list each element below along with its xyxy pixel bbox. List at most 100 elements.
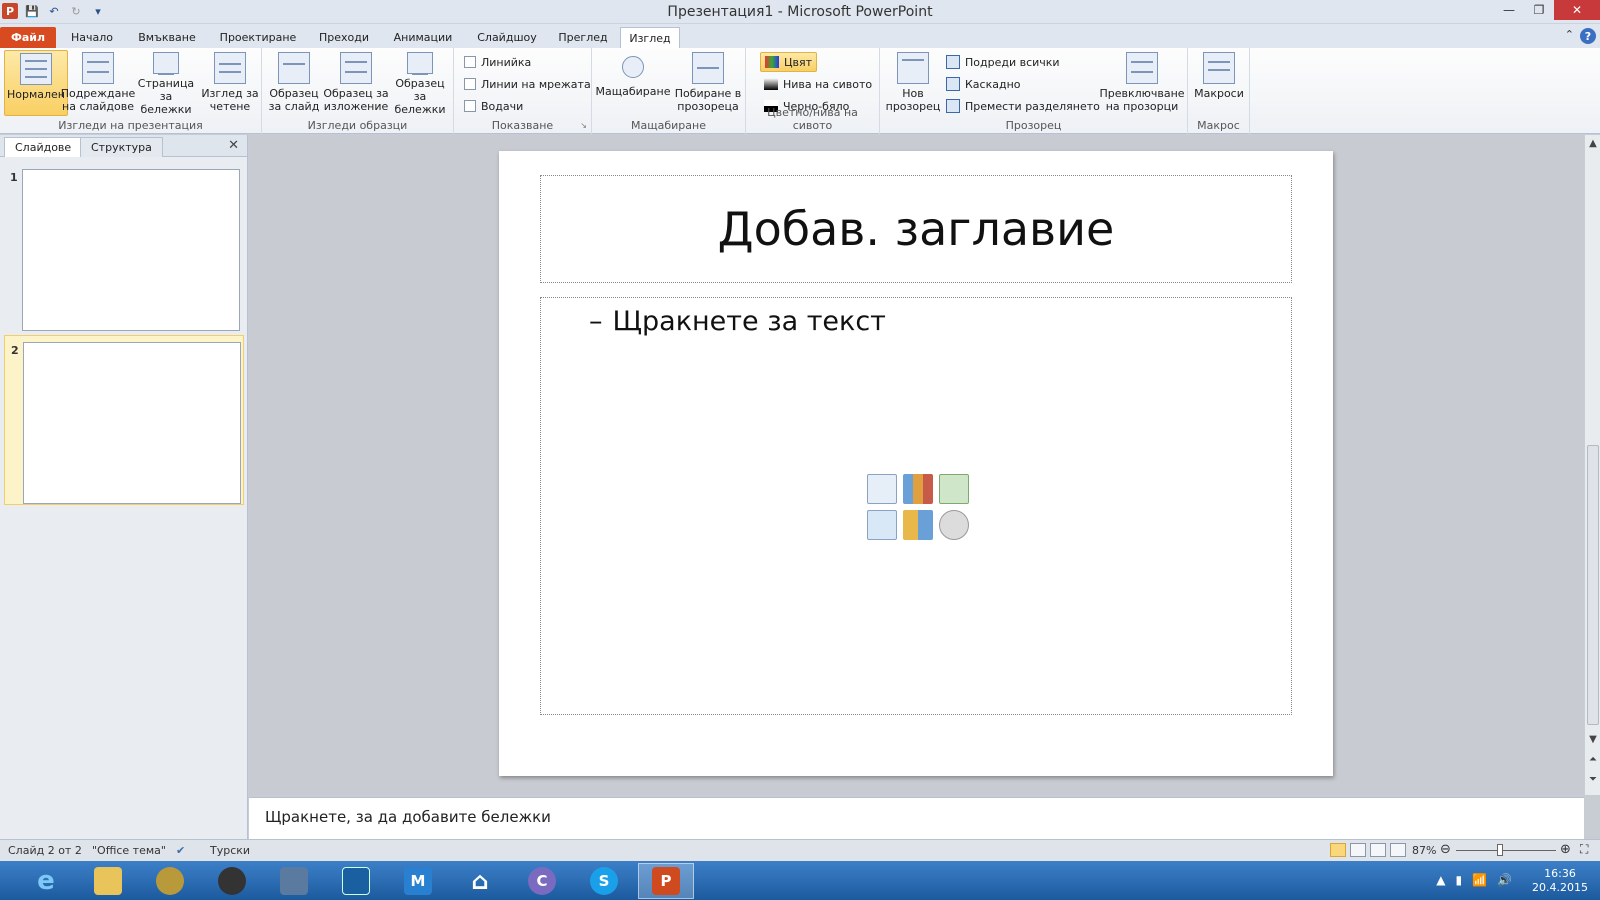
tab-outline[interactable]: Структура	[80, 137, 163, 157]
window-title: Презентация1 - Microsoft PowerPoint	[667, 4, 933, 20]
file-explorer-icon[interactable]	[80, 863, 136, 899]
tab-transitions[interactable]: Преходи	[312, 27, 376, 48]
grayscale-swatch-icon	[764, 78, 778, 90]
insert-picture-icon[interactable]	[867, 510, 897, 540]
normal-view-button[interactable]: Нормален	[4, 50, 68, 116]
notes-page-button[interactable]: Страница за бележки	[134, 50, 198, 116]
slide-master-button[interactable]: Образец за слайд	[264, 50, 324, 116]
insert-clipart-icon[interactable]	[903, 510, 933, 540]
zoom-out-icon[interactable]: ⊖	[1440, 842, 1451, 857]
help-icon[interactable]: ?	[1580, 28, 1596, 44]
insert-smartart-icon[interactable]	[939, 474, 969, 504]
reading-view-status-icon[interactable]	[1370, 843, 1386, 857]
zoom-level[interactable]: 87%	[1412, 844, 1436, 857]
slide-sorter-icon	[82, 52, 114, 84]
tab-insert[interactable]: Вмъкване	[130, 27, 204, 48]
reading-view-button[interactable]: Изглед за четене	[198, 50, 262, 116]
zoom-slider-track[interactable]	[1456, 850, 1556, 851]
clock[interactable]: 16:36 20.4.2015	[1528, 867, 1592, 895]
browser-icon[interactable]: C	[514, 863, 570, 899]
close-panel-icon[interactable]: ✕	[228, 138, 239, 153]
zoom-in-icon[interactable]: ⊕	[1560, 842, 1571, 857]
gridlines-checkbox[interactable]: Линии на мрежата	[464, 74, 591, 94]
skype-icon[interactable]: S	[576, 863, 632, 899]
tab-design[interactable]: Проектиране	[212, 27, 304, 48]
zoom-slider-knob[interactable]	[1496, 844, 1503, 856]
ruler-checkbox[interactable]: Линийка	[464, 52, 531, 72]
insert-media-icon[interactable]	[939, 510, 969, 540]
slide-thumbnail[interactable]	[22, 169, 240, 331]
normal-view-status-icon[interactable]	[1330, 843, 1346, 857]
switch-windows-button[interactable]: Превключване на прозорци	[1098, 50, 1186, 116]
guides-checkbox[interactable]: Водачи	[464, 96, 523, 116]
minimize-button[interactable]: —	[1494, 0, 1524, 20]
speaker-app-icon[interactable]	[204, 863, 260, 899]
slide-sorter-button[interactable]: Подреждане на слайдове	[61, 50, 135, 116]
arrange-all-button[interactable]: Подреди всички	[946, 52, 1060, 72]
content-placeholder[interactable]: – Щракнете за текст	[540, 297, 1292, 715]
dialog-launcher-icon[interactable]: ↘	[580, 121, 587, 130]
network-icon[interactable]: 📶	[1472, 873, 1487, 887]
tab-file[interactable]: Файл	[0, 27, 56, 48]
volume-icon[interactable]: 🔊	[1497, 873, 1512, 887]
scroll-thumb[interactable]	[1587, 445, 1599, 725]
group-label-zoom: Мащабиране	[631, 119, 706, 132]
previous-slide-icon[interactable]: ⏶	[1585, 751, 1600, 767]
media-app-icon[interactable]	[142, 863, 198, 899]
internet-explorer-icon[interactable]: e	[18, 863, 74, 899]
body-placeholder-text: Щракнете за текст	[612, 306, 886, 337]
notes-placeholder: Щракнете, за да добавите бележки	[265, 808, 551, 826]
insert-chart-icon[interactable]	[903, 474, 933, 504]
insert-table-icon[interactable]	[867, 474, 897, 504]
group-label-color: Цветно/нива на сивото	[767, 106, 858, 132]
next-slide-icon[interactable]: ⏷	[1585, 771, 1600, 787]
color-button[interactable]: Цвят	[760, 52, 818, 72]
tab-review[interactable]: Преглед	[552, 27, 614, 48]
language-indicator[interactable]: Турски	[210, 844, 250, 857]
zoom-button[interactable]: Мащабиране	[596, 50, 670, 116]
restore-button[interactable]: ❐	[1524, 0, 1554, 20]
close-button[interactable]: ✕	[1554, 0, 1600, 20]
home-icon[interactable]: ⌂	[452, 863, 508, 899]
spelling-check-icon[interactable]: ✔	[176, 844, 185, 857]
fit-slide-icon[interactable]: ⛶	[1580, 842, 1588, 857]
slide-number: 2	[11, 344, 19, 357]
minimize-ribbon-icon[interactable]: ⌃	[1565, 28, 1574, 44]
notes-pane[interactable]: Щракнете, за да добавите бележки	[249, 797, 1584, 839]
tab-home[interactable]: Начало	[62, 27, 122, 48]
cascade-button[interactable]: Каскадно	[946, 74, 1021, 94]
task-app-icon[interactable]	[328, 863, 384, 899]
scroll-down-arrow-icon[interactable]: ▼	[1585, 731, 1600, 747]
tab-view[interactable]: Изглед	[620, 27, 680, 48]
slide-thumbnail-row-selected[interactable]: 2	[4, 335, 244, 505]
grayscale-button[interactable]: Нива на сивото	[764, 74, 872, 94]
group-color-grayscale: Цвят Нива на сивото Черно-бяло Цветно/ни…	[746, 48, 880, 134]
slide-thumbnail[interactable]	[23, 342, 241, 504]
help-area: ⌃ ?	[1565, 28, 1596, 44]
clock-date: 20.4.2015	[1532, 881, 1588, 894]
macros-button[interactable]: Макроси	[1188, 50, 1250, 116]
color-swatch-icon	[765, 56, 779, 68]
handout-master-button[interactable]: Образец за изложение	[322, 50, 390, 116]
tab-animations[interactable]: Анимации	[386, 27, 460, 48]
windows-taskbar: e M ⌂ C S P ▲ ▮ 📶 🔊 16:36 20.4.2015	[0, 861, 1600, 900]
new-window-button[interactable]: Нов прозорец	[884, 50, 942, 116]
power-icon[interactable]: ▮	[1455, 873, 1462, 887]
title-placeholder[interactable]: Добав. заглавие	[540, 175, 1292, 283]
slide-thumbnail-row[interactable]: 1	[0, 163, 246, 333]
vertical-scrollbar[interactable]: ▲ ▼ ⏶ ⏷	[1584, 135, 1600, 795]
group-master-views: Образец за слайд Образец за изложение Об…	[262, 48, 454, 134]
maxthon-icon[interactable]: M	[390, 863, 446, 899]
move-split-button[interactable]: Премести разделянето	[946, 96, 1100, 116]
notes-master-button[interactable]: Образец за бележки	[388, 50, 452, 116]
scroll-up-arrow-icon[interactable]: ▲	[1585, 135, 1600, 151]
slideshow-status-icon[interactable]	[1390, 843, 1406, 857]
document-app-icon[interactable]	[266, 863, 322, 899]
slide-sorter-status-icon[interactable]	[1350, 843, 1366, 857]
powerpoint-taskbar-icon[interactable]: P	[638, 863, 694, 899]
show-hidden-icons-icon[interactable]: ▲	[1436, 873, 1445, 887]
fit-to-window-button[interactable]: Побиране в прозореца	[672, 50, 744, 116]
tab-slides[interactable]: Слайдове	[4, 137, 83, 157]
arrange-all-icon	[946, 55, 960, 69]
tab-slideshow[interactable]: Слайдшоу	[470, 27, 544, 48]
